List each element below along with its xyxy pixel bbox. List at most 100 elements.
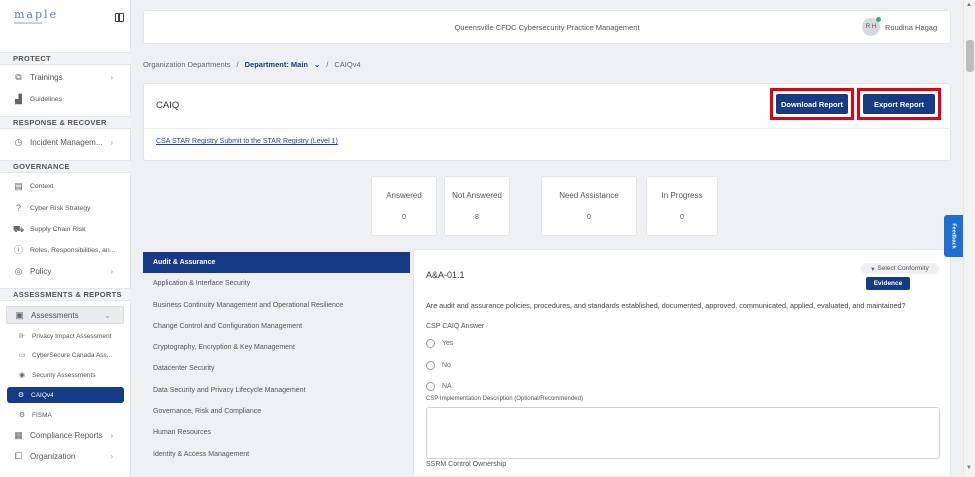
scroll-up-icon[interactable]: ▲ <box>966 2 972 8</box>
section-governance: GOVERNANCE <box>0 160 131 173</box>
scrollbar-thumb[interactable] <box>966 40 974 72</box>
category-item[interactable]: Human Resources <box>143 422 410 443</box>
stat-value: 0 <box>587 214 591 221</box>
section-response-recover: RESPONSE & RECOVER <box>0 116 131 129</box>
sidebar-item-fisma[interactable]: ⚙ FISMA <box>0 406 131 424</box>
sidebar-item-cybersecure-canada[interactable]: ▭ CyberSecure Canada Ass... <box>0 346 131 364</box>
page-header-title: Queensville CFDC Cybersecurity Practice … <box>454 23 640 32</box>
sidebar-item-label: Trainings <box>30 72 63 82</box>
sidebar-item-privacy-impact-assessment[interactable]: ⊪ Privacy Impact Assessment <box>0 327 131 345</box>
conformity-label: Select Conformity <box>877 265 929 272</box>
card-divider <box>144 128 950 129</box>
app-logo: maple <box>14 8 59 21</box>
caret-down-icon: ▾ <box>871 265 875 273</box>
section-protect: PROTECT <box>0 52 131 65</box>
logo-underline <box>14 22 42 24</box>
assessments-icon: ▣ <box>15 309 24 320</box>
sidebar-item-organization[interactable]: ⧠ Organization › <box>0 447 131 465</box>
stat-need-assistance: Need Assistance 0 <box>541 176 637 236</box>
chevron-down-icon: ⌄ <box>104 310 111 320</box>
sidebar-item-supply-chain-risk[interactable]: ⛟ Supply Chain Risk <box>0 220 131 238</box>
stat-label: Answered <box>386 191 422 200</box>
radio-label: No <box>442 362 451 369</box>
chevron-down-icon[interactable]: ⌄ <box>314 60 320 69</box>
sidebar-item-incident-management[interactable]: ◷ Incident Managem... › <box>0 133 131 151</box>
stat-value: 0 <box>402 214 406 221</box>
sidebar-item-label: CAIQv4 <box>31 391 54 399</box>
sidebar-item-trainings[interactable]: ⧉ Trainings › <box>0 68 131 86</box>
shield-icon: ◉ <box>18 371 26 379</box>
caiq-card: CAIQ Download Report Export Report CSA S… <box>143 83 951 161</box>
breadcrumb-root[interactable]: Organization Departments <box>143 60 231 69</box>
user-name[interactable]: Roudina Hagag <box>885 23 937 32</box>
sidebar-item-cyber-risk-strategy[interactable]: ? Cyber Risk Strategy <box>0 199 131 217</box>
chevron-right-icon: › <box>110 266 113 276</box>
category-item[interactable]: Audit & Assurance <box>143 252 410 274</box>
download-report-button[interactable]: Download Report <box>776 94 848 114</box>
sidebar-item-security-assessments[interactable]: ◉ Security Assessments <box>0 366 131 384</box>
sidebar-item-compliance-reports[interactable]: ▦ Compliance Reports › <box>0 426 131 444</box>
sidebar-item-label: Roles, Responsibilities, an... <box>30 246 116 254</box>
stat-label: Not Answered <box>452 191 502 200</box>
collapse-sidebar-icon[interactable] <box>115 13 124 22</box>
clock-icon: ◷ <box>14 136 23 147</box>
chevron-right-icon: › <box>110 137 113 147</box>
sidebar-item-label: Supply Chain Risk <box>30 225 86 233</box>
answer-label: CSP CAIQ Answer <box>426 323 485 330</box>
breadcrumb: Organization Departments / Department: M… <box>143 60 361 69</box>
implementation-textarea[interactable] <box>426 407 940 459</box>
supply-chain-icon: ⛟ <box>12 223 25 234</box>
question-icon: ? <box>15 202 21 213</box>
question-id: A&A-01.1 <box>426 270 465 280</box>
evidence-button[interactable]: Evidence <box>866 277 910 290</box>
category-item[interactable]: Business Continuity Management and Opera… <box>143 295 410 316</box>
sidebar-item-guidelines[interactable]: ▟ Guidelines <box>0 90 131 108</box>
implementation-label: CSP Implementation Description (Optional… <box>426 396 583 402</box>
sidebar-item-label: Policy <box>30 266 52 276</box>
report-icon: ▦ <box>14 429 23 440</box>
category-item[interactable]: Cryptography, Encryption & Key Managemen… <box>143 337 410 358</box>
top-header: Queensville CFDC Cybersecurity Practice … <box>143 10 951 44</box>
sidebar-item-assessments[interactable]: ▣ Assessments ⌄ <box>6 306 124 324</box>
radio-circle[interactable] <box>426 361 435 370</box>
page-scrollbar[interactable]: ▲ ▼ <box>963 0 975 477</box>
document-icon: ▤ <box>14 180 23 191</box>
export-report-highlight: Export Report <box>857 88 941 120</box>
category-item[interactable]: Identity & Access Management <box>143 444 410 465</box>
stat-value: 8 <box>475 214 479 221</box>
sidebar-item-label: Compliance Reports <box>30 430 103 440</box>
chevron-right-icon: › <box>110 451 113 461</box>
star-registry-link[interactable]: CSA STAR Registry Submit to the STAR Reg… <box>156 138 338 145</box>
feedback-tab[interactable]: Feedback <box>944 215 964 257</box>
sidebar-item-label: Incident Managem... <box>30 137 103 147</box>
sidebar-item-label: Privacy Impact Assessment <box>32 332 112 340</box>
radio-yes[interactable]: Yes <box>426 339 453 348</box>
sidebar-item-label: Guidelines <box>30 95 63 103</box>
select-conformity-dropdown[interactable]: ▾ Select Conformity <box>861 263 939 274</box>
radio-no[interactable]: No <box>426 361 451 370</box>
category-item[interactable]: Data Security and Privacy Lifecycle Mana… <box>143 380 410 401</box>
chevron-right-icon: › <box>110 72 113 82</box>
export-report-button[interactable]: Export Report <box>863 94 935 114</box>
section-assessments-reports: ASSESSMENTS & REPORTS <box>0 288 131 301</box>
category-item[interactable]: Application & Interface Security <box>143 273 410 294</box>
radio-na[interactable]: NA <box>426 382 452 391</box>
category-item[interactable]: Governance, Risk and Compliance <box>143 401 410 422</box>
sidebar-item-policy[interactable]: ◎ Policy › <box>0 262 131 280</box>
gear-icon: ⚙ <box>18 411 26 419</box>
policy-icon: ◎ <box>14 265 23 276</box>
radio-circle[interactable] <box>426 382 435 391</box>
breadcrumb-department[interactable]: Department: Main <box>245 60 308 69</box>
sidebar-item-context[interactable]: ▤ Context <box>0 177 131 195</box>
category-item[interactable]: Change Control and Configuration Managem… <box>143 316 410 337</box>
category-item[interactable]: Datacenter Security <box>143 358 410 379</box>
privacy-icon: ⊪ <box>18 332 26 340</box>
sidebar-item-label: FISMA <box>32 411 52 419</box>
sidebar-item-label: Assessments <box>31 310 79 320</box>
sidebar-item-label: Cyber Risk Strategy <box>30 204 91 212</box>
stat-in-progress: In Progress 0 <box>646 176 718 236</box>
radio-circle[interactable] <box>426 339 435 348</box>
sidebar-item-roles-responsibilities[interactable]: ⓘ Roles, Responsibilities, an... <box>0 241 131 259</box>
sidebar-item-caiqv4[interactable]: ⚙ CAIQv4 <box>7 387 124 403</box>
scroll-down-icon[interactable]: ▼ <box>966 465 972 471</box>
